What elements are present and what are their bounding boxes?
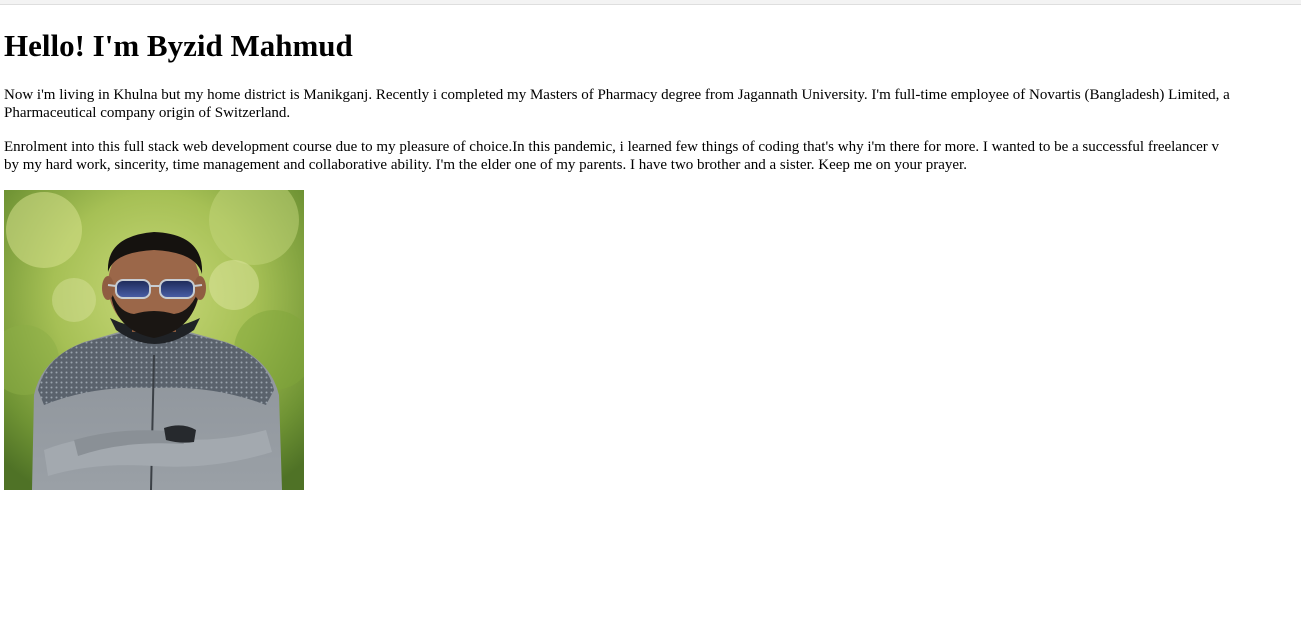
profile-photo: [4, 190, 304, 490]
page-title: Hello! I'm Byzid Mahmud: [4, 28, 353, 63]
intro-paragraph: Now i'm living in Khulna but my home dis…: [4, 86, 1301, 122]
course-paragraph-line-2: by my hard work, sincerity, time managem…: [4, 157, 967, 173]
course-paragraph: Enrolment into this full stack web devel…: [4, 138, 1301, 174]
intro-paragraph-line-1: Now i'm living in Khulna but my home dis…: [4, 87, 1230, 103]
course-paragraph-line-1: Enrolment into this full stack web devel…: [4, 139, 1220, 155]
intro-paragraph-line-2: Pharmaceutical company origin of Switzer…: [4, 105, 291, 121]
page-content: Hello! I'm Byzid Mahmud Now i'm living i…: [4, 0, 1301, 631]
